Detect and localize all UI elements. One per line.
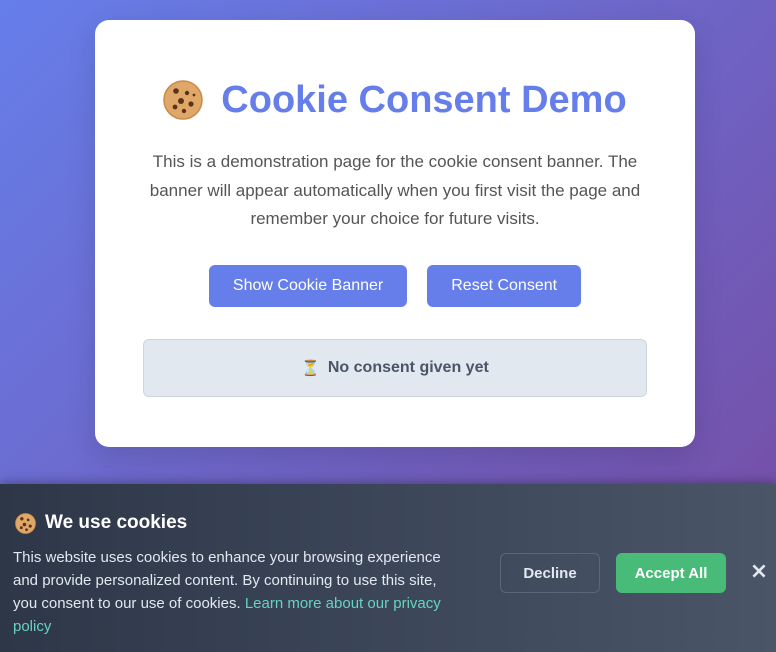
accept-all-button[interactable]: Accept All	[616, 553, 726, 593]
banner-title-text: We use cookies	[45, 512, 188, 533]
decline-button[interactable]: Decline	[500, 553, 600, 593]
hourglass-icon: ⏳	[301, 360, 320, 377]
banner-title: We use cookies	[15, 512, 187, 534]
reset-consent-button[interactable]: Reset Consent	[427, 265, 582, 307]
consent-status: ⏳ No consent given yet	[143, 339, 647, 397]
action-buttons: Show Cookie Banner Reset Consent	[95, 265, 695, 307]
intro-text: This is a demonstration page for the coo…	[149, 152, 641, 228]
cookie-banner: We use cookies This website uses cookies…	[0, 484, 776, 652]
demo-card: Cookie Consent Demo This is a demonstrat…	[95, 20, 695, 447]
page-title-text: Cookie Consent Demo	[221, 79, 627, 121]
banner-text: This website uses cookies to enhance you…	[13, 546, 458, 638]
consent-status-text: No consent given yet	[327, 359, 489, 376]
cookie-icon	[15, 512, 36, 534]
show-cookie-banner-button[interactable]: Show Cookie Banner	[208, 265, 408, 307]
page-title: Cookie Consent Demo	[95, 78, 695, 122]
cookie-icon	[163, 80, 204, 120]
close-icon[interactable]: ×	[748, 560, 770, 584]
